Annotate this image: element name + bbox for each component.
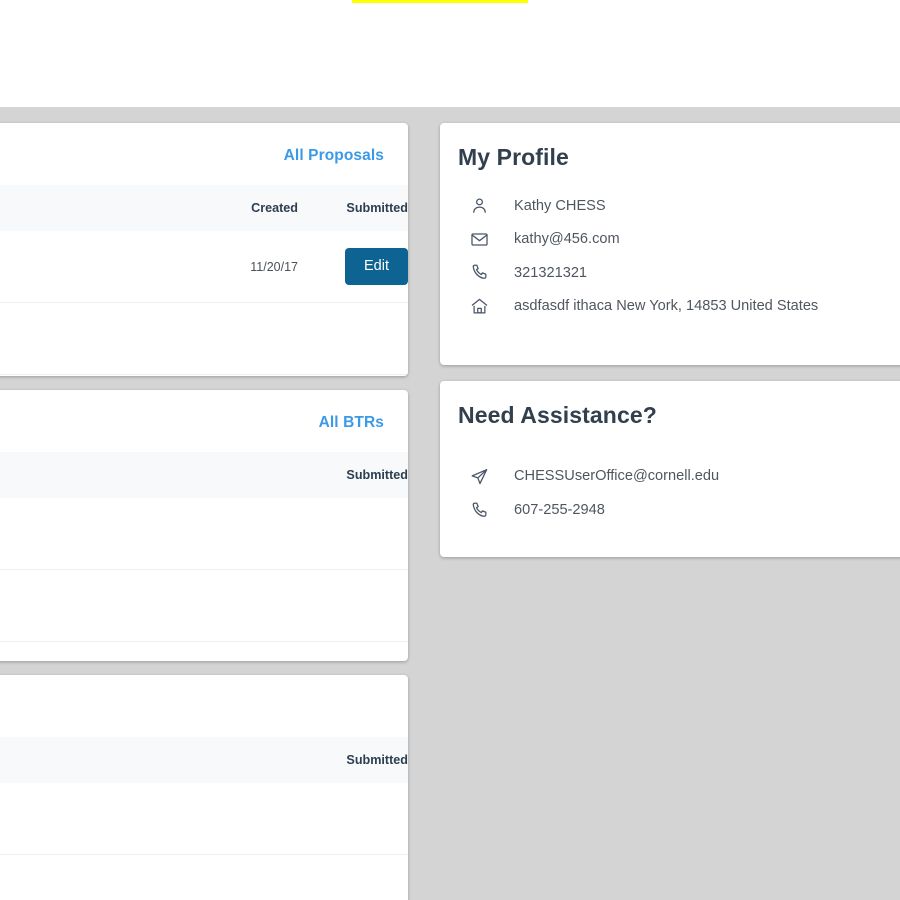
btrs-table-body [0, 498, 408, 642]
third-list-card: Submitted [0, 675, 408, 900]
person-icon [470, 196, 514, 215]
envelope-icon [470, 230, 514, 249]
proposals-table-body: 11/20/17 Edit [0, 231, 408, 375]
phone-icon [470, 501, 514, 520]
table-row [0, 854, 408, 900]
table-header-row: Created Submitted [0, 185, 408, 231]
cell-blank [0, 783, 180, 855]
third-table-body [0, 783, 408, 900]
table-header-row: Submitted [0, 737, 408, 783]
all-btrs-link[interactable]: All BTRs [319, 414, 384, 432]
third-card-header [0, 675, 408, 737]
column-header-submitted: Submitted [346, 468, 408, 482]
yellow-highlight-bar [352, 0, 528, 3]
column-header-submitted: Submitted [346, 753, 408, 767]
table-row [0, 302, 408, 375]
all-proposals-link[interactable]: All Proposals [284, 147, 384, 165]
column-header-created: Created [251, 201, 298, 215]
assistance-email-row: CHESSUserOffice@cornell.edu [440, 459, 900, 493]
cell-blank [0, 231, 180, 303]
cell-blank [0, 854, 180, 900]
cell-blank [0, 302, 180, 375]
profile-info-list: Kathy CHESS kathy@456.com 321321321 asdf… [440, 171, 900, 323]
cell-blank [0, 569, 180, 642]
cell-action: Edit [298, 231, 408, 303]
third-table-head: Submitted [0, 737, 408, 783]
assistance-info-list: CHESSUserOffice@cornell.edu 607-255-2948 [440, 429, 900, 527]
profile-phone-row: 321321321 [440, 256, 900, 290]
edit-button[interactable]: Edit [345, 248, 408, 285]
cell-submitted [180, 498, 408, 570]
proposals-table: Created Submitted 11/20/17 Edit [0, 185, 408, 375]
profile-phone-value: 321321321 [514, 264, 588, 281]
cell-blank [298, 302, 408, 375]
table-row[interactable]: 11/20/17 Edit [0, 231, 408, 303]
btrs-table-head: Submitted [0, 452, 408, 498]
profile-address-row: asdfasdf ithaca New York, 14853 United S… [440, 290, 900, 324]
profile-email-value: kathy@456.com [514, 231, 620, 248]
btrs-card-header: All BTRs [0, 390, 408, 452]
profile-name-row: Kathy CHESS [440, 189, 900, 223]
cell-blank [180, 569, 408, 642]
assistance-phone-value[interactable]: 607-255-2948 [514, 502, 605, 518]
table-row[interactable] [0, 783, 408, 855]
cell-blank [180, 854, 408, 900]
table-row [0, 569, 408, 642]
profile-name-value: Kathy CHESS [514, 197, 606, 214]
table-header-row: Submitted [0, 452, 408, 498]
send-icon [470, 467, 514, 486]
column-header-blank [0, 737, 180, 783]
proposals-table-head: Created Submitted [0, 185, 408, 231]
profile-email-row: kathy@456.com [440, 223, 900, 257]
top-white-strip [0, 0, 900, 107]
assistance-phone-row: 607-255-2948 [440, 493, 900, 527]
column-header-blank [0, 452, 180, 498]
home-icon [470, 297, 514, 316]
need-assistance-card: Need Assistance? CHESSUserOffice@cornell… [440, 381, 900, 557]
my-profile-card: My Profile Kathy CHESS kathy@456.com 321… [440, 123, 900, 365]
profile-address-value: asdfasdf ithaca New York, 14853 United S… [514, 298, 819, 315]
btrs-card: All BTRs Submitted [0, 390, 408, 661]
need-assistance-title: Need Assistance? [458, 402, 657, 428]
cell-submitted [180, 783, 408, 855]
cell-created: 11/20/17 [180, 231, 298, 303]
cell-blank [180, 302, 298, 375]
proposals-card-header: All Proposals [0, 123, 408, 185]
table-row[interactable] [0, 498, 408, 570]
my-profile-title: My Profile [458, 144, 569, 170]
third-table: Submitted [0, 737, 408, 900]
assistance-email-value[interactable]: CHESSUserOffice@cornell.edu [514, 468, 719, 484]
proposals-card: All Proposals Created Submitted 11/20/17… [0, 123, 408, 376]
column-header-submitted: Submitted [346, 201, 408, 215]
btrs-table: Submitted [0, 452, 408, 642]
cell-blank [0, 498, 180, 570]
column-header-blank [0, 185, 180, 231]
phone-icon [470, 263, 514, 282]
